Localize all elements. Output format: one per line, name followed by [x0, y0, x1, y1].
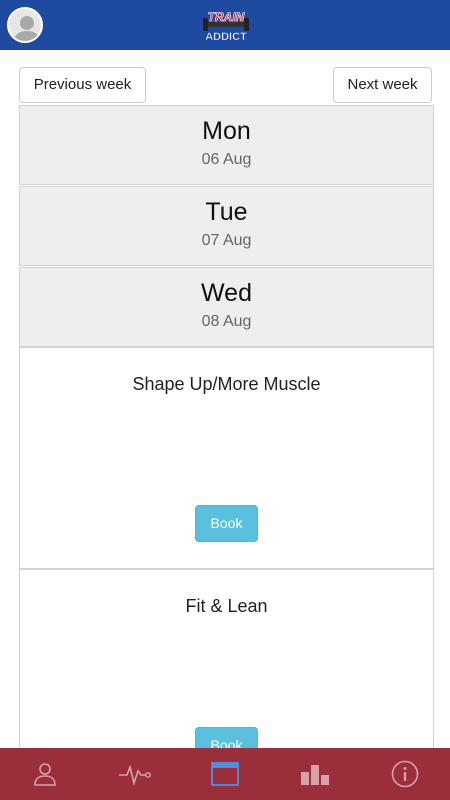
nav-item-stats[interactable]	[270, 748, 360, 800]
nav-item-info[interactable]	[360, 748, 450, 800]
day-name: Tue	[205, 198, 248, 226]
day-name: Mon	[202, 117, 251, 145]
day-date: 08 Aug	[201, 313, 252, 330]
day-row-wed[interactable]: Wed 08 Aug	[19, 267, 434, 347]
bottom-nav	[0, 748, 450, 800]
class-card: Fit & Lean Book	[19, 569, 434, 748]
svg-text:ADDICT: ADDICT	[205, 31, 247, 43]
top-header: TRAIN ADDICT	[0, 0, 450, 50]
nav-item-profile[interactable]	[0, 748, 90, 800]
book-button[interactable]: Book	[195, 727, 258, 748]
bar-chart-icon	[301, 765, 329, 785]
user-silhouette-icon	[13, 16, 41, 41]
nav-item-activity[interactable]	[90, 748, 180, 800]
activity-icon	[119, 764, 151, 786]
book-button[interactable]: Book	[195, 505, 258, 542]
day-date: 06 Aug	[201, 151, 252, 168]
next-week-button[interactable]: Next week	[333, 67, 432, 103]
avatar[interactable]	[7, 7, 43, 43]
svg-text:TRAIN: TRAIN	[208, 10, 245, 24]
brand-logo: TRAIN ADDICT	[203, 7, 249, 43]
day-date: 07 Aug	[201, 232, 252, 249]
class-card: Shape Up/More Muscle Book	[19, 347, 434, 569]
day-row-mon[interactable]: Mon 06 Aug	[19, 105, 434, 185]
day-row-tue[interactable]: Tue 07 Aug	[19, 186, 434, 266]
class-title: Shape Up/More Muscle	[132, 374, 321, 394]
person-icon	[34, 763, 56, 786]
schedule-content: Previous week Next week Mon 06 Aug Tue 0…	[0, 50, 450, 748]
previous-week-button[interactable]: Previous week	[19, 67, 146, 103]
day-name: Wed	[201, 279, 252, 307]
class-title: Fit & Lean	[185, 596, 268, 616]
info-icon	[391, 760, 419, 788]
calendar-icon	[211, 762, 239, 786]
nav-item-calendar[interactable]	[180, 748, 270, 800]
